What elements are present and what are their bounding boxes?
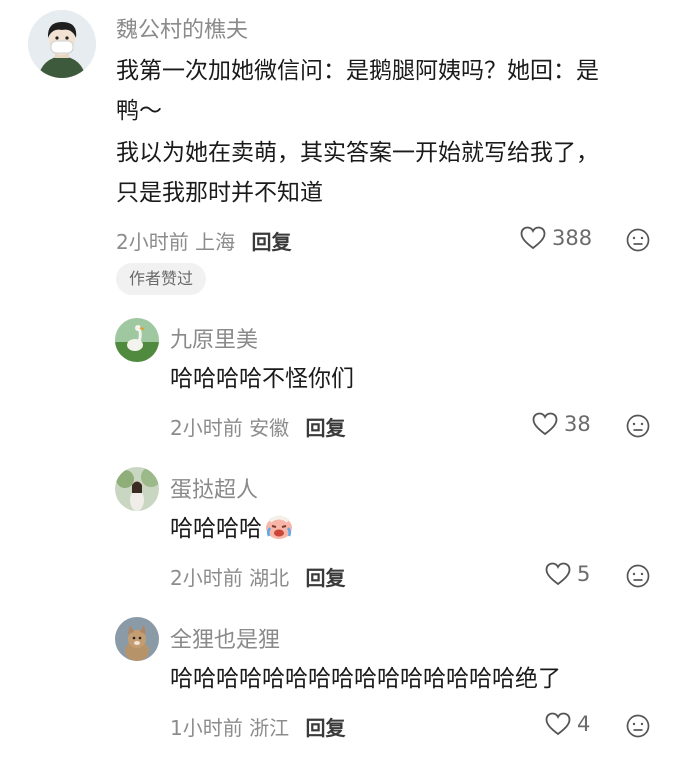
dislike-button[interactable]	[626, 414, 650, 442]
reply-button[interactable]: 回复	[251, 230, 291, 254]
timestamp: 2小时前	[116, 230, 189, 254]
location: 湖北	[249, 566, 290, 590]
timestamp: 2小时前	[170, 566, 243, 590]
username[interactable]: 蛋挞超人	[170, 472, 258, 504]
avatar[interactable]	[28, 10, 96, 78]
comment-meta: 2小时前 安徽 回复	[170, 412, 345, 441]
reply-button[interactable]: 回复	[305, 716, 345, 740]
like-count: 4	[577, 712, 591, 736]
avatar[interactable]	[115, 467, 159, 511]
reply-button[interactable]: 回复	[305, 566, 345, 590]
comment-text-line: 我第一次加她微信问：是鹅腿阿姨吗？她回：是	[116, 58, 599, 84]
avatar[interactable]	[115, 318, 159, 362]
like-button[interactable]: 5	[545, 562, 590, 586]
like-button[interactable]: 38	[532, 412, 591, 436]
reply-button[interactable]: 回复	[305, 416, 345, 440]
dislike-button[interactable]	[626, 228, 650, 256]
author-liked-badge: 作者赞过	[116, 263, 207, 295]
heart-outline-icon	[545, 562, 571, 586]
dislike-button[interactable]	[626, 564, 650, 592]
like-count: 5	[577, 562, 591, 586]
heart-outline-icon	[520, 226, 546, 250]
like-button[interactable]: 4	[545, 712, 590, 736]
like-count: 38	[564, 412, 591, 436]
heart-outline-icon	[545, 712, 571, 736]
comment-text-line: 鸭～	[116, 98, 162, 124]
frown-face-icon	[626, 414, 650, 438]
location: 浙江	[249, 716, 290, 740]
location: 上海	[195, 230, 236, 254]
reply-text: 哈哈哈哈不怪你们	[170, 366, 354, 392]
reply-text: 哈哈哈哈哈哈哈哈哈哈哈哈哈哈哈绝了	[170, 666, 561, 692]
heart-outline-icon	[532, 412, 558, 436]
timestamp: 2小时前	[170, 416, 243, 440]
like-button[interactable]: 388	[520, 226, 592, 250]
dislike-button[interactable]	[626, 714, 650, 742]
frown-face-icon	[626, 228, 650, 252]
avatar[interactable]	[115, 617, 159, 661]
crying-laughing-face-emoji	[264, 512, 294, 552]
timestamp: 1小时前	[170, 716, 243, 740]
comment-meta: 2小时前 上海 回复	[116, 226, 291, 255]
comment-text-line: 只是我那时并不知道	[116, 180, 323, 206]
reply-text: 哈哈哈哈	[170, 510, 294, 552]
username[interactable]: 魏公村的樵夫	[116, 12, 248, 44]
username[interactable]: 全狸也是狸	[170, 622, 280, 654]
username[interactable]: 九原里美	[170, 322, 258, 354]
location: 安徽	[249, 416, 290, 440]
comment-meta: 2小时前 湖北 回复	[170, 562, 345, 591]
like-count: 388	[552, 226, 593, 250]
comment-meta: 1小时前 浙江 回复	[170, 712, 345, 741]
frown-face-icon	[626, 564, 650, 588]
comment-text-line: 我以为她在卖萌，其实答案一开始就写给我了，	[116, 140, 599, 166]
frown-face-icon	[626, 714, 650, 738]
